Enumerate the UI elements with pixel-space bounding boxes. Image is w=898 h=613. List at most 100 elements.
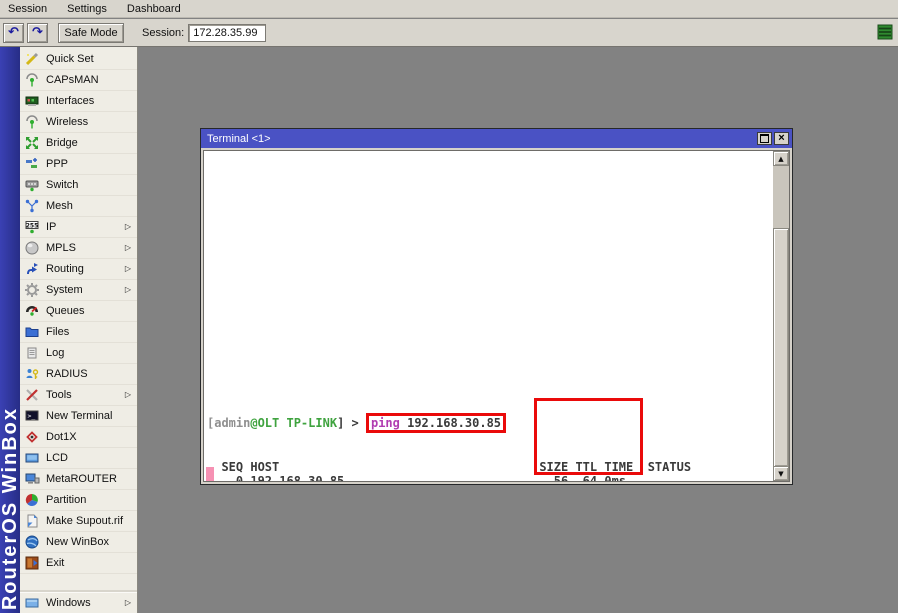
sidebar-item-interfaces[interactable]: Interfaces [20, 91, 137, 112]
sidebar-item-tools[interactable]: Tools ▷ [20, 385, 137, 406]
svg-text:>_: >_ [28, 412, 36, 420]
close-icon: × [778, 133, 784, 144]
sidebar-item-label: Partition [46, 494, 86, 506]
sidebar-item-label: Dot1X [46, 431, 77, 443]
sidebar-item-make-supout-rif[interactable]: Make Supout.rif [20, 511, 137, 532]
sidebar-item-label: CAPsMAN [46, 74, 99, 86]
toolbar: ↶ ↷ Safe Mode Session: 172.28.35.99 [0, 19, 898, 47]
scroll-up-button[interactable]: ▲ [773, 151, 789, 166]
sidebar-item-label: Make Supout.rif [46, 515, 123, 527]
terminal-output-line: SEQ HOST SIZE TTL TIME STATUS [207, 460, 769, 475]
sidebar-item-label: Tools [46, 389, 72, 401]
sidebar-item-metarouter[interactable]: MetaROUTER [20, 469, 137, 490]
prompt-host: @OLT TP-LINK [250, 416, 337, 430]
antenna-icon [24, 72, 40, 88]
sidebar-item-label: LCD [46, 452, 68, 464]
undo-icon: ↶ [8, 26, 19, 39]
dot1x-diamond-icon [24, 429, 40, 445]
exit-door-icon [24, 555, 40, 571]
sidebar-item-label: RADIUS [46, 368, 88, 380]
terminal-screen-icon: >_ [24, 408, 40, 424]
sidebar-item-partition[interactable]: Partition [20, 490, 137, 511]
sidebar-item-bridge[interactable]: Bridge [20, 133, 137, 154]
sidebar-item-label: Exit [46, 557, 64, 569]
submenu-arrow-icon: ▷ [125, 264, 131, 273]
sidebar-item-exit[interactable]: Exit [20, 553, 137, 574]
sidebar-item-label: Log [46, 347, 64, 359]
sidebar-item-mesh[interactable]: Mesh [20, 196, 137, 217]
sidebar-item-windows[interactable]: Windows▷ [20, 593, 137, 613]
sidebar-item-capsman[interactable]: CAPsMAN [20, 70, 137, 91]
terminal-title: Terminal <1> [207, 133, 755, 145]
sidebar-item-switch[interactable]: Switch [20, 175, 137, 196]
folder-icon [24, 324, 40, 340]
sidebar-item-new-winbox[interactable]: New WinBox [20, 532, 137, 553]
submenu-arrow-icon: ▷ [125, 243, 131, 252]
sidebar-menu: Quick Set CAPsMAN Interfaces Wireless Bridge… [20, 47, 138, 613]
log-paper-icon [24, 345, 40, 361]
sidebar-item-log[interactable]: Log [20, 343, 137, 364]
submenu-arrow-icon: ▷ [125, 222, 131, 231]
sidebar-item-label: Queues [46, 305, 85, 317]
terminal-titlebar[interactable]: Terminal <1> × [201, 129, 792, 148]
sidebar-item-queues[interactable]: Queues [20, 301, 137, 322]
sidebar-item-label: New Terminal [46, 410, 112, 422]
connection-indicator-icon [877, 24, 893, 40]
terminal-output-line: 0 192.168.30.85 56 64 0ms [207, 474, 769, 482]
command-text: ping [371, 416, 400, 430]
command-argument: 192.168.30.85 [400, 416, 501, 430]
menu-dashboard[interactable]: Dashboard [127, 3, 181, 15]
sidebar-item-mpls[interactable]: MPLS ▷ [20, 238, 137, 259]
submenu-arrow-icon: ▷ [125, 390, 131, 399]
sidebar-item-label: Wireless [46, 116, 88, 128]
gauge-icon [24, 303, 40, 319]
safe-mode-button[interactable]: Safe Mode [58, 23, 124, 43]
sidebar-item-label: MetaROUTER [46, 473, 117, 485]
sidebar-item-label: IP [46, 221, 56, 233]
winbox-app: Session Settings Dashboard ↶ ↷ Safe Mode S… [0, 0, 898, 613]
undo-button[interactable]: ↶ [3, 23, 24, 43]
antenna-icon [24, 114, 40, 130]
sidebar-item-label: MPLS [46, 242, 76, 254]
sidebar-item-label: Interfaces [46, 95, 94, 107]
maximize-button[interactable] [757, 132, 772, 145]
sidebar-item-quick-set[interactable]: Quick Set [20, 49, 137, 70]
submenu-arrow-icon: ▷ [125, 285, 131, 294]
sidebar-item-dot1x[interactable]: Dot1X [20, 427, 137, 448]
session-address-field[interactable]: 172.28.35.99 [188, 24, 266, 42]
routing-arrows-icon [24, 261, 40, 277]
terminal-prompt-line: [admin@OLT TP-LINK] > ping 192.168.30.85 [207, 416, 769, 431]
terminal-scrollbar: ▲ ▼ [773, 151, 789, 481]
bridge-arrows-icon [24, 135, 40, 151]
sidebar-item-routing[interactable]: Routing▷ [20, 259, 137, 280]
sidebar-item-files[interactable]: Files [20, 322, 137, 343]
sidebar-item-ppp[interactable]: PPP [20, 154, 137, 175]
menu-bar: Session Settings Dashboard [0, 0, 898, 18]
redo-button[interactable]: ↷ [27, 23, 48, 43]
terminal-cursor [206, 467, 214, 481]
ping-command-annotation-box: ping 192.168.30.85 [366, 413, 506, 433]
sidebar-item-lcd[interactable]: LCD [20, 448, 137, 469]
sidebar-item-system[interactable]: System▷ [20, 280, 137, 301]
close-button[interactable]: × [774, 132, 789, 145]
gear-icon [24, 282, 40, 298]
scroll-down-button[interactable]: ▼ [773, 466, 789, 481]
terminal-text: [admin@OLT TP-LINK] > ping 192.168.30.85… [207, 387, 769, 482]
redo-icon: ↷ [32, 26, 43, 39]
globe-icon [24, 534, 40, 550]
sidebar-spacer [20, 574, 137, 590]
mesh-nodes-icon [24, 198, 40, 214]
interface-card-icon [24, 93, 40, 109]
sidebar-item-wireless[interactable]: Wireless [20, 112, 137, 133]
sidebar-item-radius[interactable]: RADIUS [20, 364, 137, 385]
sidebar-item-label: Files [46, 326, 69, 338]
user-key-icon [24, 366, 40, 382]
sidebar-item-new-terminal[interactable]: >_ New Terminal [20, 406, 137, 427]
maximize-icon [760, 134, 769, 143]
sidebar-item-ip[interactable]: 255IP▷ [20, 217, 137, 238]
menu-session[interactable]: Session [8, 3, 47, 15]
sidebar-item-label: New WinBox [46, 536, 109, 548]
menu-settings[interactable]: Settings [67, 3, 107, 15]
scrollbar-thumb[interactable] [773, 228, 789, 467]
terminal-content[interactable]: [admin@OLT TP-LINK] > ping 192.168.30.85… [203, 150, 790, 482]
